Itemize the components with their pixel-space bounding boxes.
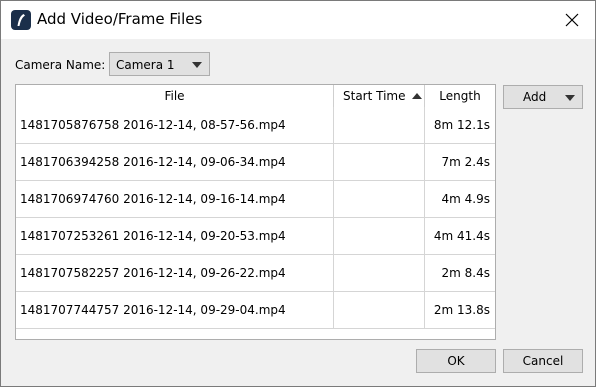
window-title: Add Video/Frame Files (37, 10, 203, 28)
chevron-down-icon (192, 62, 202, 68)
column-header-start-time[interactable]: Start Time (334, 85, 425, 107)
ok-button[interactable]: OK (416, 349, 496, 373)
file-cell[interactable]: 1481707253261 2016-12-14, 09-20-53.mp4 (16, 218, 334, 254)
start-time-cell[interactable] (334, 107, 425, 143)
table-row[interactable]: 1481707744757 2016-12-14, 09-29-04.mp4 2… (16, 292, 495, 329)
file-cell[interactable]: 1481705876758 2016-12-14, 08-57-56.mp4 (16, 107, 334, 143)
length-cell[interactable]: 2m 13.8s (425, 292, 495, 328)
file-cell[interactable]: 1481706974760 2016-12-14, 09-16-14.mp4 (16, 181, 334, 217)
table-row[interactable]: 1481707582257 2016-12-14, 09-26-22.mp4 2… (16, 255, 495, 292)
camera-name-value: Camera 1 (116, 58, 175, 72)
column-header-length[interactable]: Length (425, 85, 495, 107)
length-cell[interactable]: 4m 41.4s (425, 218, 495, 254)
table-row[interactable]: 1481707253261 2016-12-14, 09-20-53.mp4 4… (16, 218, 495, 255)
table-row[interactable]: 1481706974760 2016-12-14, 09-16-14.mp4 4… (16, 181, 495, 218)
length-cell[interactable]: 7m 2.4s (425, 144, 495, 180)
length-cell[interactable]: 8m 12.1s (425, 107, 495, 143)
length-cell[interactable]: 4m 4.9s (425, 181, 495, 217)
add-button[interactable]: Add (503, 85, 583, 109)
sort-ascending-icon (412, 93, 422, 99)
start-time-cell[interactable] (334, 144, 425, 180)
start-time-cell[interactable] (334, 255, 425, 291)
file-cell[interactable]: 1481706394258 2016-12-14, 09-06-34.mp4 (16, 144, 334, 180)
start-time-cell[interactable] (334, 218, 425, 254)
file-cell[interactable]: 1481707744757 2016-12-14, 09-29-04.mp4 (16, 292, 334, 328)
table-row[interactable]: 1481706394258 2016-12-14, 09-06-34.mp4 7… (16, 144, 495, 181)
close-button[interactable] (549, 1, 595, 39)
start-time-cell[interactable] (334, 292, 425, 328)
title-bar: Add Video/Frame Files (1, 1, 595, 39)
app-logo-icon (11, 10, 31, 30)
chevron-down-icon (565, 95, 575, 101)
cancel-button[interactable]: Cancel (503, 349, 583, 373)
column-header-file[interactable]: File (16, 85, 334, 107)
file-cell[interactable]: 1481707582257 2016-12-14, 09-26-22.mp4 (16, 255, 334, 291)
camera-name-label: Camera Name: (15, 58, 106, 72)
table-row[interactable]: 1481705876758 2016-12-14, 08-57-56.mp4 8… (16, 107, 495, 144)
add-button-label: Add (523, 90, 547, 104)
files-table: File Start Time Length 1481705876758 201… (15, 84, 496, 340)
length-cell[interactable]: 2m 8.4s (425, 255, 495, 291)
column-header-label: Start Time (343, 89, 406, 103)
table-header: File Start Time Length (16, 85, 495, 108)
start-time-cell[interactable] (334, 181, 425, 217)
close-icon (565, 13, 579, 27)
camera-name-select[interactable]: Camera 1 (109, 52, 210, 76)
dialog-window: Add Video/Frame Files Camera Name: Camer… (0, 0, 596, 387)
